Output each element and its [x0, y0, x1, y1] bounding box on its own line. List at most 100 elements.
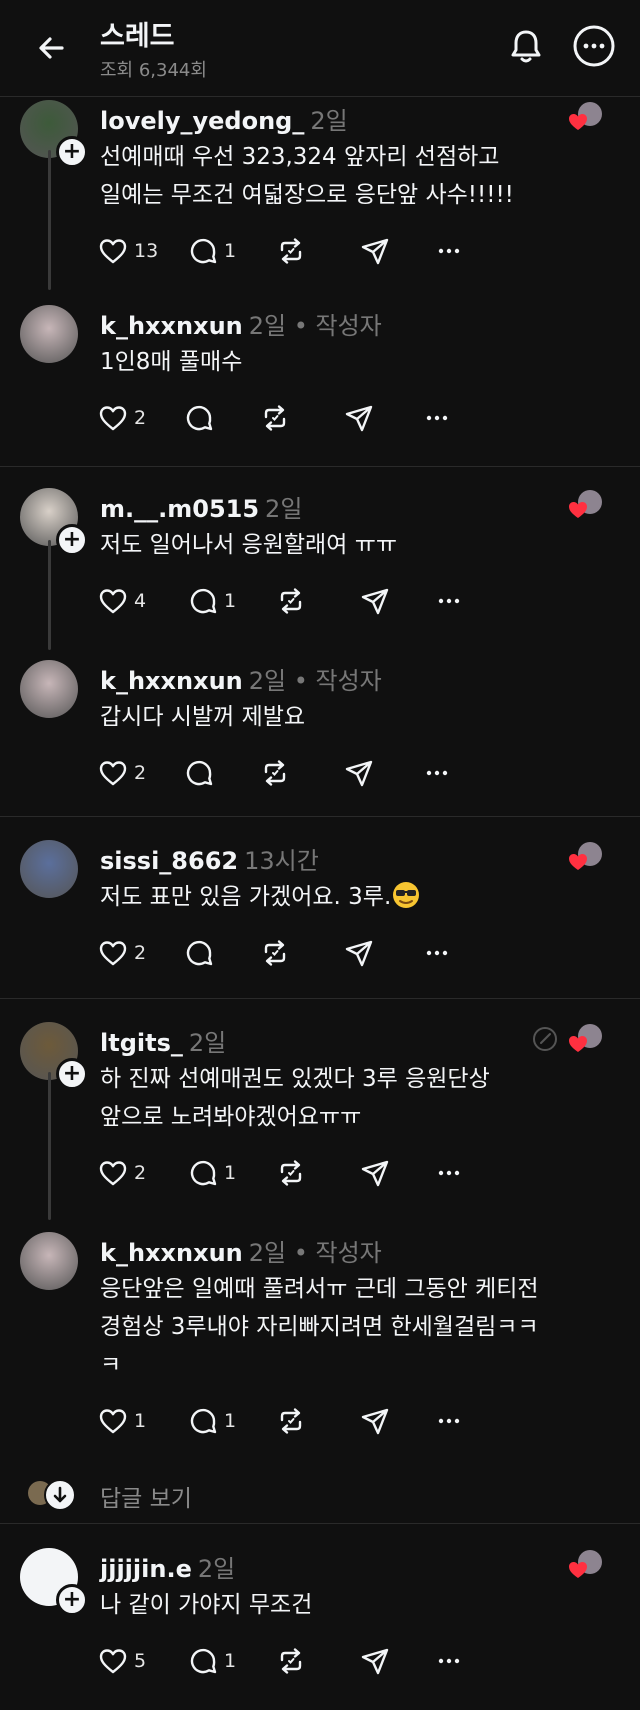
follow-plus-icon[interactable]: + — [56, 1584, 88, 1616]
more-button[interactable] — [434, 234, 464, 268]
post-time: 13시간 — [244, 847, 319, 875]
username[interactable]: jjjjjin.e 2일 — [100, 1549, 235, 1584]
username-text[interactable]: lovely_yedong_ — [100, 107, 304, 135]
username-text[interactable]: sissi_8662 — [100, 847, 238, 875]
reply-icon — [188, 236, 218, 266]
username-text[interactable]: k_hxxnxun — [100, 667, 243, 695]
heart-button[interactable]: 13 — [98, 234, 158, 268]
reply-button[interactable]: 1 — [188, 1644, 236, 1678]
share-button[interactable] — [360, 234, 390, 268]
share-button[interactable] — [360, 1644, 390, 1678]
share-button[interactable] — [360, 1156, 390, 1190]
username-text[interactable]: jjjjjin.e — [100, 1555, 192, 1583]
view-replies-row[interactable]: 답글 보기 — [0, 1475, 640, 1515]
share-icon — [360, 1646, 390, 1676]
creator-liked-icon — [569, 1024, 602, 1052]
more-icon — [434, 1406, 464, 1436]
post-text: 저도 표만 있음 가겠어요. 3루. — [100, 878, 600, 916]
username[interactable]: lovely_yedong_ 2일 — [100, 101, 348, 136]
heart-button[interactable]: 2 — [98, 401, 146, 435]
creator-liked-icon — [569, 102, 602, 130]
repost-icon — [260, 758, 290, 788]
heart-button[interactable]: 1 — [98, 1404, 146, 1438]
author-badge: • 작성자 — [286, 312, 382, 340]
repost-icon — [276, 1406, 306, 1436]
heart-button[interactable]: 5 — [98, 1644, 146, 1678]
repost-button[interactable] — [276, 1156, 306, 1190]
username[interactable]: sissi_8662 13시간 — [100, 841, 319, 876]
username[interactable]: k_hxxnxun 2일 • 작성자 — [100, 661, 382, 696]
divider — [0, 96, 640, 97]
reply-button[interactable]: 1 — [188, 584, 236, 618]
reply-button[interactable] — [184, 401, 214, 435]
repost-button[interactable] — [260, 401, 290, 435]
more-icon — [422, 403, 452, 433]
repost-button[interactable] — [276, 1404, 306, 1438]
reply-button[interactable]: 1 — [188, 1404, 236, 1438]
repost-button[interactable] — [260, 756, 290, 790]
username-text[interactable]: ltgits_ — [100, 1029, 183, 1057]
more-button[interactable] — [422, 756, 452, 790]
share-button[interactable] — [360, 584, 390, 618]
repost-button[interactable] — [276, 234, 306, 268]
heart-button[interactable]: 2 — [98, 1156, 146, 1190]
reply-button[interactable] — [184, 936, 214, 970]
reply-button[interactable] — [184, 756, 214, 790]
post-text-content: 선예매때 우선 323,324 앞자리 선점하고 — [100, 144, 500, 170]
likes-count: 13 — [134, 240, 159, 262]
bell-icon[interactable] — [504, 24, 548, 68]
heart-button[interactable]: 2 — [98, 756, 146, 790]
avatar[interactable] — [20, 305, 78, 363]
username[interactable]: ltgits_ 2일 — [100, 1023, 226, 1058]
replies-count: 1 — [224, 1162, 237, 1184]
divider — [0, 466, 640, 467]
post-text-line: 나 같이 가야지 무조건 — [100, 1586, 600, 1624]
post-time: 2일 — [188, 1029, 227, 1057]
post-text-content: 저도 일어나서 응원할래여 ㅠㅠ — [100, 532, 398, 558]
username-text[interactable]: m.__.m0515 — [100, 495, 259, 523]
share-icon — [360, 586, 390, 616]
back-arrow-icon[interactable] — [32, 28, 72, 68]
edit-pencil-icon[interactable] — [530, 1024, 560, 1054]
reply-button[interactable]: 1 — [188, 234, 236, 268]
avatar[interactable] — [20, 1232, 78, 1290]
reply-icon — [188, 1646, 218, 1676]
post-text-content: 경험상 3루내야 자리빠지려면 한세월걸림ㅋㅋ — [100, 1314, 539, 1340]
avatar[interactable] — [20, 660, 78, 718]
follow-plus-icon[interactable]: + — [56, 136, 88, 168]
share-button[interactable] — [344, 756, 374, 790]
reply-button[interactable]: 1 — [188, 1156, 236, 1190]
more-button[interactable] — [434, 584, 464, 618]
more-options-icon[interactable] — [572, 24, 616, 68]
more-button[interactable] — [434, 1404, 464, 1438]
username[interactable]: k_hxxnxun 2일 • 작성자 — [100, 306, 382, 341]
repost-button[interactable] — [276, 1644, 306, 1678]
follow-plus-icon[interactable]: + — [56, 524, 88, 556]
heart-button[interactable]: 4 — [98, 584, 146, 618]
likes-count: 4 — [134, 590, 147, 612]
follow-plus-icon[interactable]: + — [56, 1058, 88, 1090]
more-button[interactable] — [434, 1156, 464, 1190]
share-button[interactable] — [344, 936, 374, 970]
username-text[interactable]: k_hxxnxun — [100, 312, 243, 340]
repost-icon — [276, 236, 306, 266]
heart-icon — [98, 236, 128, 266]
heart-icon — [98, 1158, 128, 1188]
post-text-line: 갑시다 시발꺼 제발요 — [100, 698, 600, 736]
share-button[interactable] — [344, 401, 374, 435]
page-title: 스레드 — [100, 21, 175, 52]
heart-button[interactable]: 2 — [98, 936, 146, 970]
repost-button[interactable] — [260, 936, 290, 970]
repost-icon — [260, 403, 290, 433]
username[interactable]: k_hxxnxun 2일 • 작성자 — [100, 1233, 382, 1268]
share-button[interactable] — [360, 1404, 390, 1438]
username-text[interactable]: k_hxxnxun — [100, 1239, 243, 1267]
post-text-content: 응단앞은 일예때 풀려서ㅠ 근데 그동안 케티전 — [100, 1276, 539, 1302]
avatar[interactable] — [20, 840, 78, 898]
more-icon — [434, 236, 464, 266]
repost-button[interactable] — [276, 584, 306, 618]
username[interactable]: m.__.m0515 2일 — [100, 489, 302, 524]
more-button[interactable] — [434, 1644, 464, 1678]
more-button[interactable] — [422, 401, 452, 435]
more-button[interactable] — [422, 936, 452, 970]
